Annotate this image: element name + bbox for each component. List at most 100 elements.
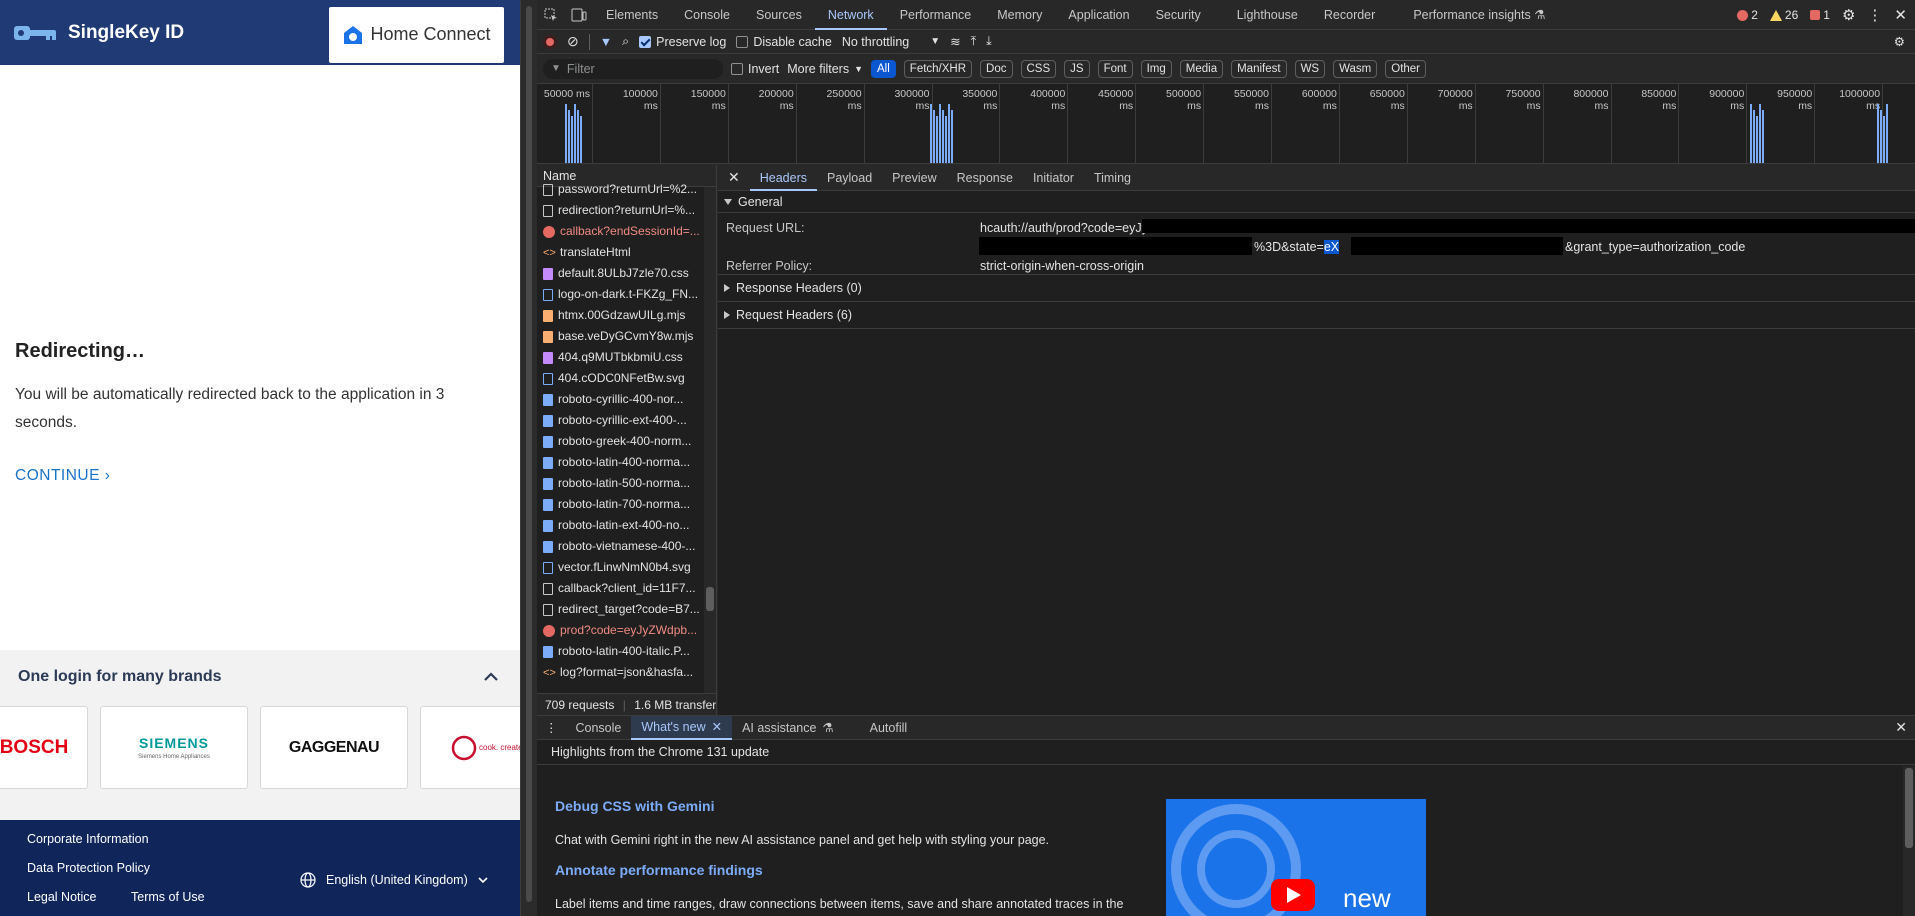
footer-link-corporate[interactable]: Corporate Information <box>27 832 149 846</box>
request-row[interactable]: prod?code=eyJyZWdpb... <box>537 620 716 641</box>
invert-check[interactable] <box>731 62 743 75</box>
request-row[interactable]: 404.q9MUTbkbmiU.css <box>537 347 716 368</box>
timeline-overview[interactable]: 50000 ms 100000 ms 150000 ms 200000 ms 25000… <box>537 84 1915 164</box>
network-settings-icon[interactable]: ⚙ <box>1894 34 1905 49</box>
filter-chip-other[interactable]: Other <box>1385 59 1427 78</box>
brand-card-siemens[interactable]: SIEMENS Siemens Home Appliances <box>100 706 248 789</box>
search-icon[interactable]: ⌕ <box>622 34 629 49</box>
tab-initiator[interactable]: Initiator <box>1023 165 1084 191</box>
request-row[interactable]: roboto-latin-ext-400-no... <box>537 515 716 536</box>
brands-carousel[interactable]: BOSCH SIEMENS Siemens Home Appliances GA… <box>0 706 520 789</box>
filter-chip-css[interactable]: CSS <box>1020 59 1057 78</box>
close-details-icon[interactable]: ✕ <box>718 169 750 186</box>
request-row[interactable]: roboto-cyrillic-ext-400-... <box>537 410 716 431</box>
tab-headers[interactable]: Headers <box>749 165 817 191</box>
request-row[interactable]: roboto-latin-500-norma... <box>537 473 716 494</box>
tab-memory[interactable]: Memory <box>984 0 1055 30</box>
footer-link-privacy[interactable]: Data Protection Policy <box>27 861 150 875</box>
request-row[interactable]: roboto-greek-400-norm... <box>537 431 716 452</box>
tab-recorder[interactable]: Recorder <box>1311 0 1388 30</box>
footer-link-terms[interactable]: Terms of Use <box>131 890 205 904</box>
tab-security[interactable]: Security <box>1143 0 1214 30</box>
request-row[interactable]: <> log?format=json&hasfa... <box>537 662 716 683</box>
request-row[interactable]: callback?endSessionId=... <box>537 221 716 242</box>
feature-link-annotate[interactable]: Annotate performance findings <box>555 862 763 878</box>
filter-chip-media[interactable]: Media <box>1179 59 1224 78</box>
filter-chip-all[interactable]: All <box>871 59 896 78</box>
drawer-menu-icon[interactable]: ⋮ <box>537 720 566 735</box>
feature-link-debug-css[interactable]: Debug CSS with Gemini <box>555 798 714 814</box>
throttling-select[interactable]: No throttling ▼ <box>842 35 940 49</box>
filter-input[interactable]: ▼ Filter <box>543 58 723 79</box>
tab-elements[interactable]: Elements <box>593 0 671 30</box>
export-har-icon[interactable]: ⤓ <box>986 34 992 49</box>
drawer-tab-console[interactable]: Console <box>566 716 632 740</box>
brand-card-bosch[interactable]: BOSCH <box>0 706 88 789</box>
chevron-up-icon[interactable] <box>484 672 498 682</box>
disable-cache-check[interactable] <box>736 35 749 48</box>
request-row[interactable]: callback?client_id=11F7... <box>537 578 716 599</box>
general-section-header[interactable]: General <box>718 191 1915 213</box>
tab-console[interactable]: Console <box>671 0 743 30</box>
more-menu-icon[interactable]: ⋮ <box>1867 6 1882 24</box>
whats-new-video-thumbnail[interactable]: new <box>1166 799 1426 916</box>
network-conditions-icon[interactable]: ≋ <box>950 34 960 49</box>
record-icon[interactable] <box>543 34 557 49</box>
tab-performance-insights[interactable]: Performance insights ⚗ <box>1400 0 1558 30</box>
close-tab-icon[interactable]: ✕ <box>712 715 722 739</box>
tab-network[interactable]: Network <box>814 0 887 30</box>
filter-chip-doc[interactable]: Doc <box>980 59 1013 78</box>
filter-icon[interactable]: ▼ <box>600 35 612 49</box>
request-row[interactable]: htmx.00GdzawUILg.mjs <box>537 305 716 326</box>
filter-chip-img[interactable]: Img <box>1140 59 1172 78</box>
window-splitter[interactable] <box>520 0 537 916</box>
filter-chip-ws[interactable]: WS <box>1294 59 1326 78</box>
error-count[interactable]: 2 <box>1737 8 1758 22</box>
response-headers-section[interactable]: Response Headers (0) <box>718 275 1915 302</box>
drawer-tab-autofill[interactable]: Autofill <box>860 716 918 740</box>
request-row[interactable]: roboto-latin-400-norma... <box>537 452 716 473</box>
tab-lighthouse[interactable]: Lighthouse <box>1224 0 1311 30</box>
continue-link[interactable]: CONTINUE › <box>15 467 505 485</box>
clear-icon[interactable]: ⊘ <box>567 33 579 50</box>
request-row[interactable]: logo-on-dark.t-FKZg_FN... <box>537 284 716 305</box>
filter-chip-font[interactable]: Font <box>1097 59 1133 78</box>
scrollbar-thumb[interactable] <box>1905 768 1913 848</box>
preserve-log-check[interactable] <box>639 35 652 48</box>
tab-performance[interactable]: Performance <box>887 0 985 30</box>
request-row[interactable]: default.8ULbJ7zle70.css <box>537 263 716 284</box>
scrollbar-thumb[interactable] <box>706 587 714 611</box>
gear-icon[interactable]: ⚙ <box>1842 6 1855 24</box>
singlekey-logo[interactable]: SingleKey ID <box>12 22 184 44</box>
request-row[interactable]: redirect_target?code=B7... <box>537 599 716 620</box>
request-row[interactable]: roboto-cyrillic-400-nor... <box>537 389 716 410</box>
language-selector[interactable]: English (United Kingdom) <box>300 872 488 888</box>
device-toolbar-icon[interactable] <box>565 0 593 30</box>
drawer-scrollbar[interactable] <box>1903 766 1915 916</box>
request-row[interactable]: vector.fLinwNmN0b4.svg <box>537 557 716 578</box>
tab-application[interactable]: Application <box>1055 0 1142 30</box>
request-headers-section[interactable]: Request Headers (6) <box>718 302 1915 329</box>
brand-card-neff[interactable]: cook. create. <box>420 706 520 789</box>
request-row[interactable]: <> translateHtml <box>537 242 716 263</box>
request-row[interactable]: redirection?returnUrl=%... <box>537 200 716 221</box>
drawer-tab-ai-assistance[interactable]: AI assistance ⚗ <box>732 716 844 740</box>
request-row[interactable]: roboto-latin-400-italic.P... <box>537 641 716 662</box>
import-har-icon[interactable]: ⤒ <box>971 34 977 49</box>
tab-preview[interactable]: Preview <box>882 165 946 191</box>
tab-response[interactable]: Response <box>947 165 1023 191</box>
request-row[interactable]: base.veDyGCvmY8w.mjs <box>537 326 716 347</box>
drawer-tab-whats-new[interactable]: What's new ✕ <box>631 715 733 740</box>
splitter-grip[interactable] <box>526 6 532 902</box>
footer-link-legal[interactable]: Legal Notice <box>27 890 97 904</box>
issue-count[interactable]: 1 <box>1810 8 1830 22</box>
filter-chip-fetch-xhr[interactable]: Fetch/XHR <box>903 59 973 78</box>
tab-payload[interactable]: Payload <box>817 165 882 191</box>
inspect-element-icon[interactable] <box>537 0 565 30</box>
filter-chip-js[interactable]: JS <box>1064 59 1090 78</box>
request-row[interactable]: 404.cODC0NFetBw.svg <box>537 368 716 389</box>
close-devtools-icon[interactable]: ✕ <box>1894 6 1907 24</box>
request-row[interactable]: password?returnUrl=%2... <box>537 179 716 200</box>
filter-chip-manifest[interactable]: Manifest <box>1231 59 1287 78</box>
filter-chip-wasm[interactable]: Wasm <box>1333 59 1378 78</box>
